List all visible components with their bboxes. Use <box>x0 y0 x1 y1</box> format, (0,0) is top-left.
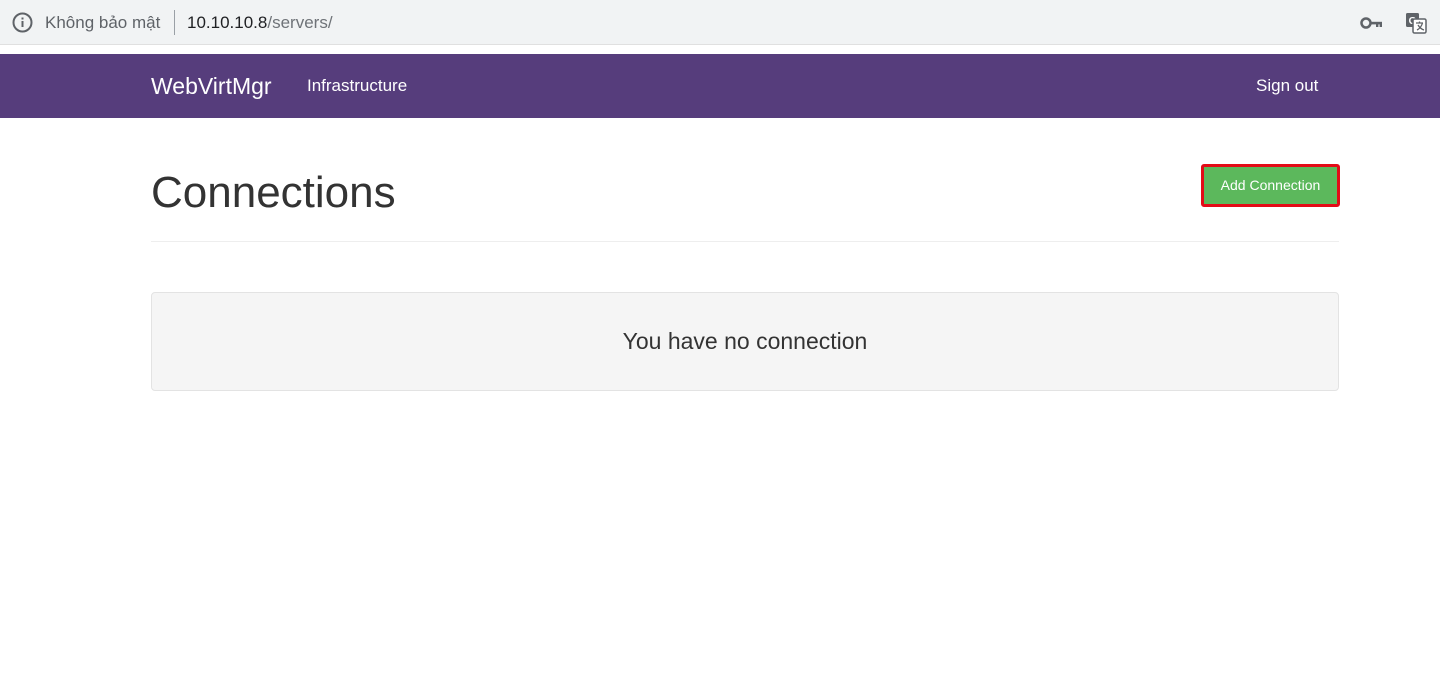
info-icon[interactable] <box>12 12 33 33</box>
top-navbar: WebVirtMgr Infrastructure Sign out <box>0 54 1440 118</box>
address-divider <box>174 10 175 35</box>
page-title: Connections <box>151 168 396 217</box>
key-icon[interactable] <box>1360 13 1384 33</box>
brand-link[interactable]: WebVirtMgr <box>151 72 272 100</box>
nav-infrastructure[interactable]: Infrastructure <box>307 75 407 97</box>
translate-icon[interactable]: G <box>1405 12 1427 34</box>
sign-out-link[interactable]: Sign out <box>1256 75 1318 97</box>
add-connection-highlight: Add Connection <box>1201 164 1340 207</box>
empty-state-message: You have no connection <box>622 328 868 354</box>
security-label[interactable]: Không bảo mật <box>45 12 160 33</box>
url-host: 10.10.10.8 <box>187 13 268 32</box>
add-connection-button[interactable]: Add Connection <box>1204 167 1337 204</box>
tab-strip-gap <box>0 45 1440 54</box>
header-divider <box>151 241 1339 242</box>
url-field[interactable]: 10.10.10.8/servers/ <box>187 12 333 33</box>
url-path: /servers/ <box>267 13 333 32</box>
empty-state-panel: You have no connection <box>151 292 1339 391</box>
browser-address-bar: Không bảo mật 10.10.10.8/servers/ G <box>0 0 1440 45</box>
